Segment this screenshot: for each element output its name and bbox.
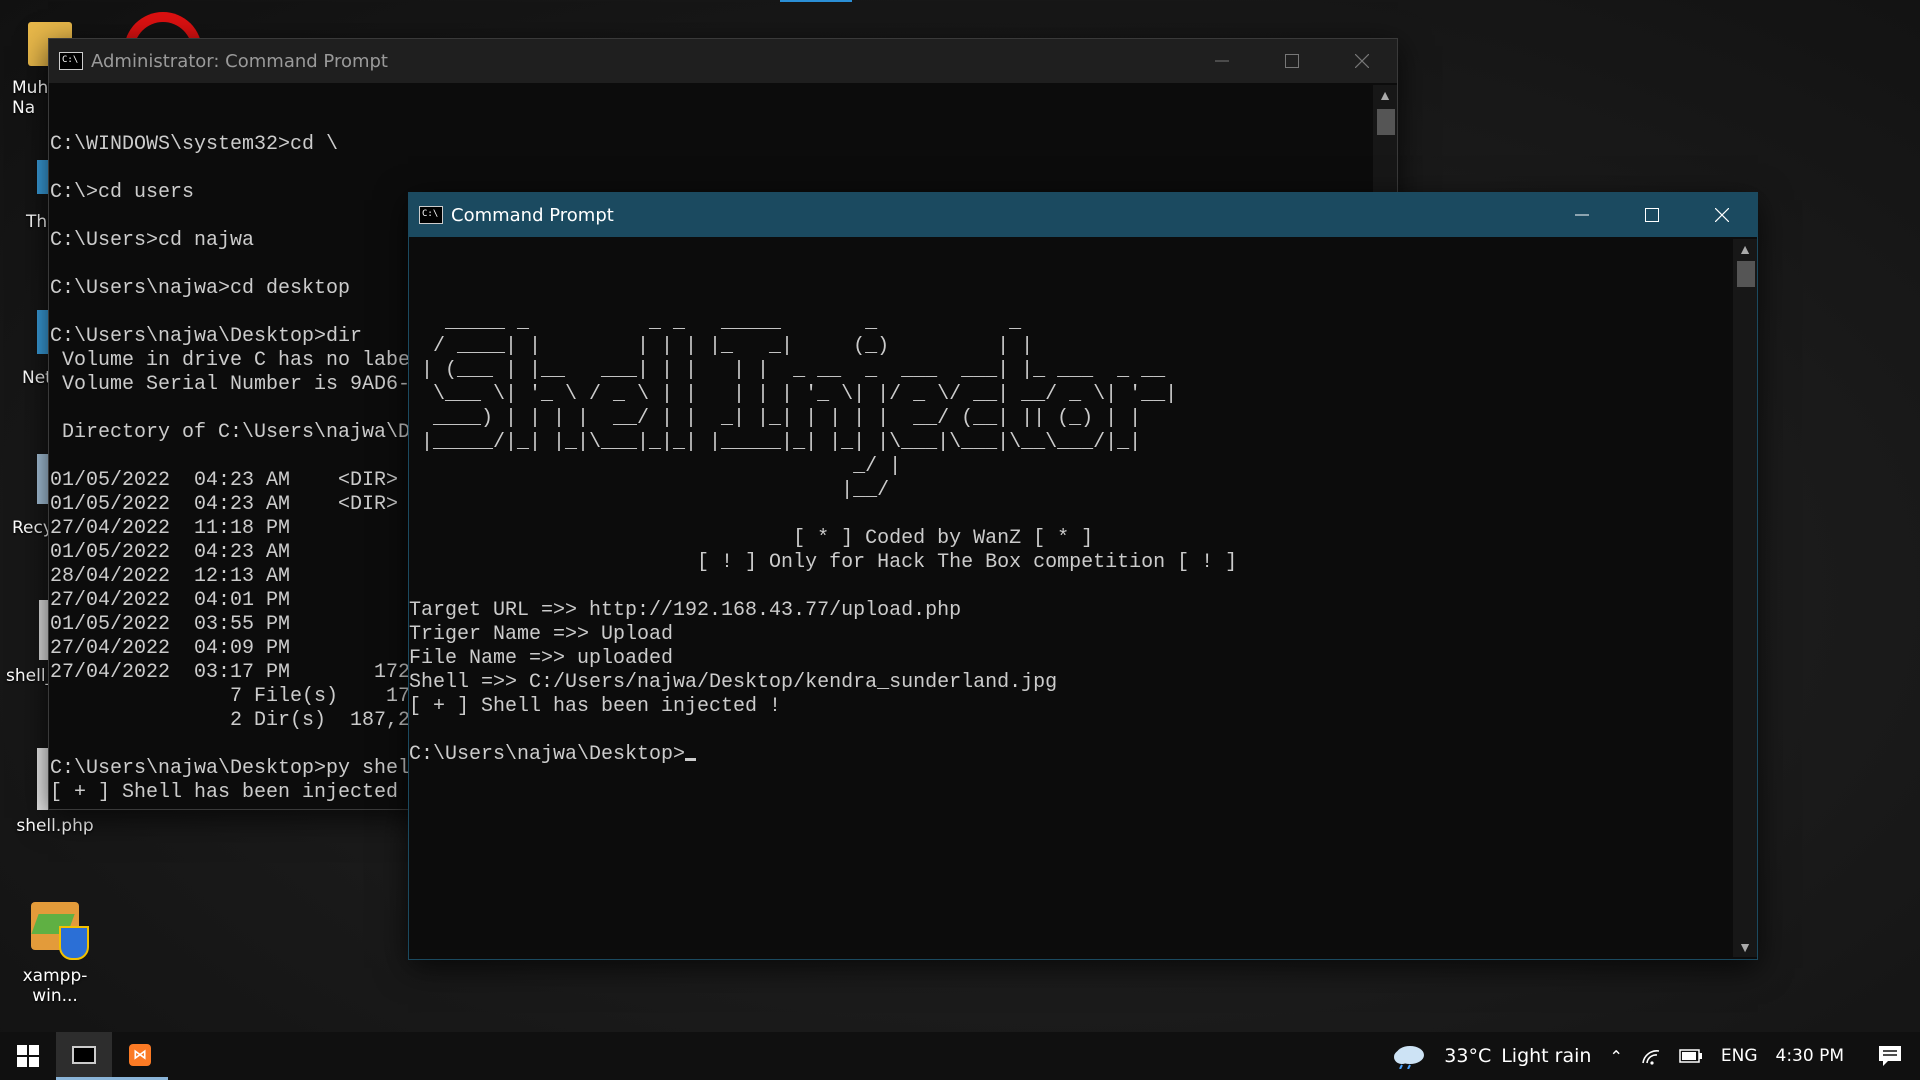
- top-accent-bar: [780, 0, 852, 2]
- maximize-button[interactable]: [1257, 39, 1327, 83]
- taskbar-xampp[interactable]: ⋈: [112, 1032, 168, 1080]
- minimize-button[interactable]: [1547, 193, 1617, 237]
- terminal-line: _/ |: [409, 455, 902, 478]
- terminal-scrollbar[interactable]: ▲ ▼: [1733, 239, 1757, 957]
- network-icon: [0, 300, 53, 362]
- language-indicator[interactable]: ENG: [1721, 1046, 1758, 1066]
- scroll-up-icon[interactable]: ▲: [1373, 85, 1397, 105]
- cmd-icon: C:\: [59, 52, 83, 70]
- command-prompt-window[interactable]: C:\ Command Prompt _____ _ _ _ _____ _ _…: [408, 192, 1758, 960]
- clock[interactable]: 4:30 PM: [1776, 1046, 1845, 1066]
- wifi-icon[interactable]: [1641, 1047, 1661, 1065]
- minimize-icon: [1575, 214, 1589, 216]
- close-icon: [1355, 54, 1369, 68]
- minimize-icon: [1215, 60, 1229, 62]
- admin-title-bar[interactable]: C:\ Administrator: Command Prompt: [49, 39, 1397, 83]
- terminal-line: \___ \| '_ \ / _ \ | | | | | '_ \| |/ _ …: [409, 383, 1178, 406]
- terminal-output[interactable]: _____ _ _ _ _____ _ _ / ____| | | | | |_…: [409, 239, 1731, 957]
- terminal-line: / ____| | | | | |_ _| (_) | |: [409, 335, 1034, 358]
- terminal-line: C:\WINDOWS\system32>cd \: [50, 133, 339, 156]
- desktop-icon-label: xampp-win...: [22, 966, 88, 1006]
- text-cursor: [685, 758, 697, 761]
- terminal-line: _____ _ _ _ _____ _ _: [409, 311, 1022, 334]
- desktop-icon-xampp-installer[interactable]: xampp-win...: [0, 896, 110, 1006]
- windows-logo-icon: [17, 1045, 39, 1067]
- terminal-line: [ + ] Shell has been injected !: [409, 695, 782, 718]
- terminal-line: |__/: [409, 479, 890, 502]
- weather-temperature[interactable]: 33°C: [1444, 1045, 1491, 1067]
- taskbar-command-prompt[interactable]: [56, 1032, 112, 1080]
- python-file-icon: [0, 598, 53, 660]
- terminal-lines: _____ _ _ _ _____ _ _ / ____| | | | | |_…: [409, 287, 1731, 767]
- close-icon: [1715, 208, 1729, 222]
- maximize-button[interactable]: [1617, 193, 1687, 237]
- terminal-line: |_____/|_| |_|\___|_|_| |_____|_| |_| |\…: [409, 431, 1142, 454]
- terminal-scroll-thumb[interactable]: [1737, 261, 1755, 287]
- system-tray: 33°C Light rain ⌃ ENG 4:30 PM: [1392, 1032, 1920, 1080]
- desktop-icon-label: shell.php: [16, 816, 94, 836]
- maximize-icon: [1285, 54, 1299, 68]
- terminal-line: [ * ] Coded by WanZ [ * ]: [409, 527, 1094, 550]
- weather-condition[interactable]: Light rain: [1501, 1045, 1591, 1067]
- terminal-line: C:\Users\najwa\Desktop>: [409, 743, 1731, 767]
- cmd-icon: C:\: [419, 206, 443, 224]
- xampp-icon: ⋈: [129, 1043, 151, 1066]
- close-button[interactable]: [1327, 39, 1397, 83]
- terminal-line: File Name =>> uploaded: [409, 647, 674, 670]
- terminal-line: ____) | | | | __/ | | _| |_| | | | | __/…: [409, 407, 1142, 430]
- xampp-installer-icon: [27, 896, 89, 960]
- terminal-line: | (___ | |__ ___| | | | | _ __ _ ___ ___…: [409, 359, 1166, 382]
- scroll-up-icon[interactable]: ▲: [1733, 239, 1757, 259]
- recycle-bin-icon: [0, 450, 53, 512]
- computer-icon: [0, 156, 53, 206]
- terminal-line: [ ! ] Only for Hack The Box competition …: [409, 551, 1238, 574]
- scroll-down-icon[interactable]: ▼: [1733, 937, 1757, 957]
- cloud-rain-icon: [1394, 1046, 1425, 1069]
- terminal-line: Shell =>> C:/Users/najwa/Desktop/kendra_…: [409, 671, 1058, 694]
- minimize-button[interactable]: [1187, 39, 1257, 83]
- command-prompt-title: Command Prompt: [451, 204, 614, 226]
- maximize-icon: [1645, 208, 1659, 222]
- terminal-line: Target URL =>> http://192.168.43.77/uplo…: [409, 599, 962, 622]
- admin-window-title: Administrator: Command Prompt: [91, 50, 388, 72]
- terminal-icon: [72, 1045, 96, 1064]
- chevron-up-icon[interactable]: ⌃: [1609, 1047, 1622, 1066]
- command-prompt-title-bar[interactable]: C:\ Command Prompt: [409, 193, 1757, 237]
- admin-scroll-thumb[interactable]: [1377, 109, 1395, 135]
- start-button[interactable]: [0, 1032, 56, 1080]
- notifications-icon[interactable]: [1878, 1045, 1902, 1067]
- taskbar: ⋈ 33°C Light rain ⌃ ENG 4:30 PM: [0, 1032, 1920, 1080]
- battery-icon[interactable]: [1679, 1049, 1703, 1063]
- close-button[interactable]: [1687, 193, 1757, 237]
- terminal-line: Triger Name =>> Upload: [409, 623, 674, 646]
